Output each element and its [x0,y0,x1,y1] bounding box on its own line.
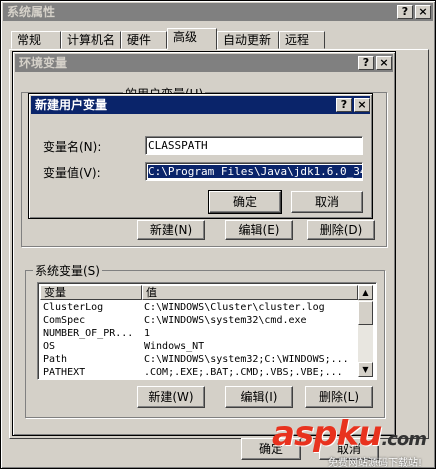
env-close-button[interactable]: × [376,56,392,70]
new-user-variable-dialog: 新建用户变量 ? × 变量名(N): CLASSPATH 变量值(V): C:\… [28,93,373,219]
variable-value-input[interactable]: C:\Program Files\Java\jdk1.6.0_34\li [145,162,363,181]
user-new-button[interactable]: 新建(N) [137,220,205,240]
system-delete-button[interactable]: 删除(L) [305,386,373,408]
env-dialog-title: 环境变量 [19,56,68,70]
system-vars-list[interactable]: 变量 值 ClusterLog C:\WINDOWS\Cluster\cluste… [37,282,377,380]
list-item[interactable]: Path C:\WINDOWS\system32;C:\WINDOWS;... [40,353,358,367]
tab-remote[interactable]: 远程 [279,31,325,49]
variable-value-label: 变量值(V): [43,166,101,180]
window-title: 系统属性 [7,5,56,19]
variable-name-cell: PATHEXT [43,367,86,378]
env-dialog-titlebar: 环境变量 [15,54,393,72]
column-header-variable[interactable]: 变量 [40,285,142,300]
system-vars-group-label: 系统变量(S) [33,262,102,279]
tab-general[interactable]: 常规 [11,31,61,49]
watermark: aspku.com 免费网站源码下载站! [272,414,436,469]
tab-hardware[interactable]: 硬件 [121,31,167,49]
variable-value-text: C:\Program Files\Java\jdk1.6.0_34\li [148,165,362,178]
close-button[interactable]: × [415,5,431,19]
new-var-cancel-button[interactable]: 取消 [291,191,363,213]
list-item[interactable]: PATHEXT .COM;.EXE;.BAT;.CMD;.VBS;.VBE;... [40,366,358,379]
list-item[interactable]: NUMBER_OF_PR... 1 [40,327,358,341]
new-var-titlebar: 新建用户变量 [31,96,370,114]
column-header-value[interactable]: 值 [142,285,358,300]
tab-advanced[interactable]: 高级 [167,28,217,50]
new-var-close-button[interactable]: × [354,98,370,112]
watermark-tagline: 免费网站源码下载站! [328,458,423,469]
variable-value-cell: Windows_NT [144,341,205,352]
new-var-help-button[interactable]: ? [336,98,352,112]
new-var-title: 新建用户变量 [35,98,108,112]
list-item[interactable]: ComSpec C:\WINDOWS\system32\cmd.exe [40,314,358,328]
variable-value-cell: C:\WINDOWS\Cluster\cluster.log [144,302,325,313]
variable-name-label: 变量名(N): [43,140,102,154]
system-properties-titlebar: 系统属性 [3,3,433,21]
system-new-button[interactable]: 新建(W) [137,386,205,408]
variable-name-cell: ClusterLog [43,302,104,313]
variable-name-cell: NUMBER_OF_PR... [43,328,134,339]
variable-name-cell: ComSpec [43,315,86,326]
list-item[interactable]: ClusterLog C:\WINDOWS\Cluster\cluster.log [40,301,358,315]
watermark-logo: aspku.com [272,414,427,454]
env-help-button[interactable]: ? [358,56,374,70]
new-var-ok-button[interactable]: 确定 [208,190,282,214]
variable-value-cell: C:\WINDOWS\system32;C:\WINDOWS;... [144,354,349,365]
variable-name-cell: OS [43,341,56,352]
scroll-up-arrow-icon[interactable]: ▲ [358,285,373,300]
variable-name-cell: Path [43,354,68,365]
system-edit-button[interactable]: 编辑(I) [225,386,293,408]
list-item[interactable]: OS Windows_NT [40,340,358,354]
variable-name-input[interactable]: CLASSPATH [145,136,363,155]
variable-value-cell: .COM;.EXE;.BAT;.CMD;.VBS;.VBE;... [144,367,343,378]
user-edit-button[interactable]: 编辑(E) [225,220,293,240]
list-scrollbar[interactable]: ▲ ▼ [358,285,373,377]
variable-value-cell: C:\WINDOWS\system32\cmd.exe [144,315,307,326]
scroll-thumb[interactable] [358,301,373,325]
tab-auto-update[interactable]: 自动更新 [217,31,279,49]
variable-value-cell: 1 [144,328,151,339]
help-button[interactable]: ? [397,5,413,19]
tab-computer-name[interactable]: 计算机名 [61,31,121,49]
user-delete-button[interactable]: 删除(D) [307,220,375,240]
scroll-down-arrow-icon[interactable]: ▼ [358,362,373,377]
